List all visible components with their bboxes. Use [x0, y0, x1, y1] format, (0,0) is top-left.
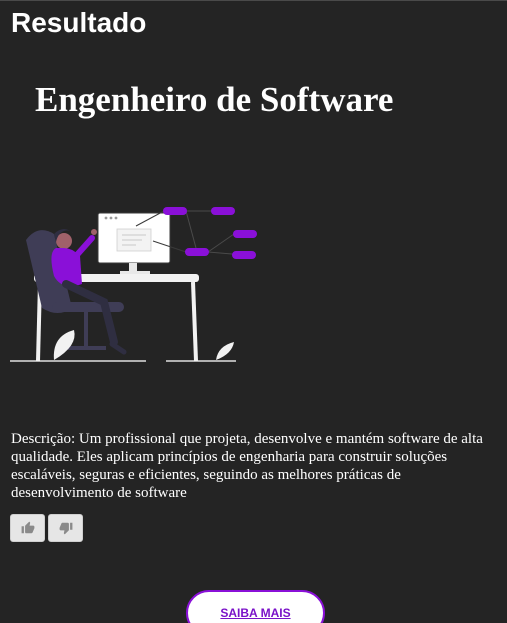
top-divider [0, 0, 507, 1]
desk-leg-right [191, 281, 198, 362]
learn-more-button[interactable]: SAIBA MAIS [186, 590, 325, 623]
result-description: Descrição: Um profissional que projeta, … [11, 431, 483, 501]
thumbs-up-icon [21, 521, 34, 534]
dislike-button[interactable] [48, 514, 83, 542]
page-heading: Resultado [11, 7, 147, 38]
like-button[interactable] [10, 514, 45, 542]
result-title: Engenheiro de Software [35, 80, 394, 119]
thumbs-down-icon [59, 522, 72, 535]
developer-illustration [10, 207, 257, 362]
